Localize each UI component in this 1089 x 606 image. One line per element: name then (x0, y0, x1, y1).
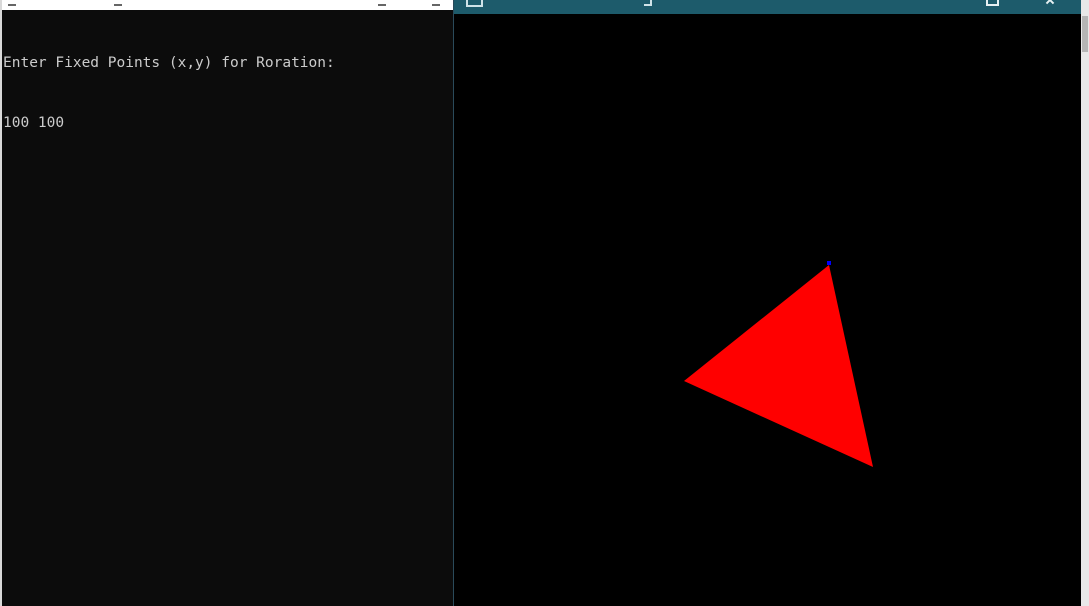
minimize-button[interactable] (972, 0, 1008, 14)
rotated-triangle (684, 265, 873, 467)
console-line-input: 100 100 (3, 115, 65, 131)
desktop: Enter Fixed Points (x,y) for Roration: 1… (0, 0, 1089, 606)
pivot-point (827, 261, 831, 265)
right-scrollbar[interactable] (1081, 0, 1089, 606)
console-titlebar-fragment (432, 0, 440, 6)
console-line-prompt: Enter Fixed Points (x,y) for Roration: (3, 55, 335, 71)
window-title-fragment (644, 0, 652, 6)
console-titlebar-fragment (378, 0, 386, 6)
close-icon (1045, 0, 1055, 5)
graphics-window[interactable] (453, 0, 1082, 606)
drawing-surface (684, 261, 873, 467)
graphics-window-titlebar[interactable] (454, 0, 1082, 14)
console-output[interactable]: Enter Fixed Points (x,y) for Roration: 1… (3, 13, 449, 173)
window-app-icon (466, 0, 483, 7)
console-titlebar[interactable] (2, 0, 453, 10)
console-titlebar-fragment (114, 0, 122, 6)
drawing-canvas[interactable] (454, 14, 1082, 606)
console-titlebar-fragment (8, 0, 16, 6)
close-button[interactable] (1032, 0, 1068, 14)
minimize-icon (986, 0, 999, 6)
console-window[interactable]: Enter Fixed Points (x,y) for Roration: 1… (2, 0, 453, 606)
scrollbar-thumb[interactable] (1082, 16, 1088, 52)
